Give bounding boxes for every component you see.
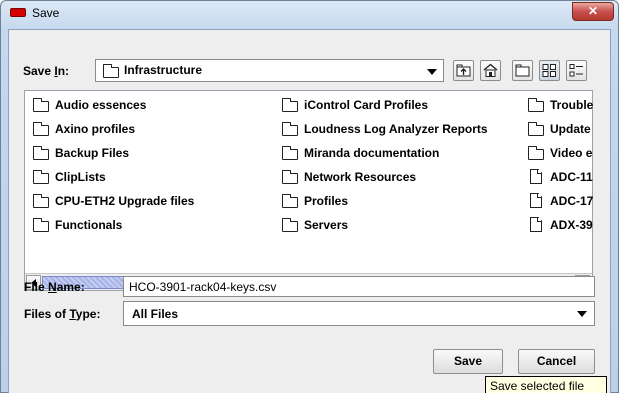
list-view-icon bbox=[542, 64, 556, 77]
list-view-button[interactable] bbox=[539, 60, 560, 81]
item-label: Update bbox=[550, 122, 591, 136]
new-folder-button[interactable] bbox=[512, 60, 533, 81]
item-label: ADX-39 bbox=[550, 218, 593, 232]
folder-icon bbox=[528, 98, 544, 112]
save-in-label: Save In: bbox=[23, 64, 70, 78]
folder-icon bbox=[33, 194, 49, 208]
window-title: Save bbox=[32, 6, 60, 20]
file-type-value: All Files bbox=[132, 307, 179, 321]
folder-icon bbox=[33, 98, 49, 112]
folder-icon bbox=[528, 122, 544, 136]
home-button[interactable] bbox=[480, 60, 501, 81]
item-label: Miranda documentation bbox=[304, 146, 440, 160]
save-dialog: Save ✕ Save In: Infrastructure Audio ess… bbox=[0, 0, 619, 393]
folder-icon bbox=[528, 146, 544, 160]
item-label: Servers bbox=[304, 218, 349, 232]
item-label: Loudness Log Analyzer Reports bbox=[304, 122, 488, 136]
item-label: Video e bbox=[550, 146, 593, 160]
item-label: ClipLists bbox=[55, 170, 106, 184]
file-icon bbox=[530, 217, 542, 232]
item-label: Functionals bbox=[55, 218, 123, 232]
app-icon bbox=[10, 8, 26, 17]
dialog-body: Save In: Infrastructure Audio essences A… bbox=[8, 29, 611, 393]
folder-icon bbox=[282, 122, 298, 136]
file-item[interactable]: ADC-11 bbox=[526, 168, 594, 186]
file-list[interactable]: Audio essences Axino profiles Backup Files… bbox=[24, 90, 593, 291]
tooltip: Save selected file bbox=[485, 376, 607, 393]
file-item[interactable]: ADC-17 bbox=[526, 192, 594, 210]
folder-icon bbox=[103, 64, 119, 78]
save-in-value: Infrastructure bbox=[124, 63, 203, 77]
chevron-down-icon bbox=[577, 311, 587, 317]
item-label: Profiles bbox=[304, 194, 349, 208]
details-view-button[interactable] bbox=[566, 60, 587, 81]
file-item[interactable]: ADX-39 bbox=[526, 216, 594, 234]
file-type-dropdown[interactable]: All Files bbox=[123, 301, 595, 326]
folder-icon bbox=[282, 194, 298, 208]
details-view-icon bbox=[569, 64, 583, 77]
folder-icon bbox=[282, 146, 298, 160]
file-name-label: File Name: bbox=[24, 280, 85, 294]
item-label: CPU-ETH2 Upgrade files bbox=[55, 194, 195, 208]
folder-item[interactable]: Video e bbox=[526, 144, 594, 162]
save-in-dropdown[interactable]: Infrastructure bbox=[95, 59, 444, 82]
item-label: Network Resources bbox=[304, 170, 417, 184]
folder-icon bbox=[282, 98, 298, 112]
folder-item[interactable]: Trouble bbox=[526, 96, 594, 114]
item-label: Audio essences bbox=[55, 98, 147, 112]
cancel-button[interactable]: Cancel bbox=[518, 349, 595, 374]
home-icon bbox=[483, 63, 498, 77]
file-icon bbox=[530, 169, 542, 184]
item-label: iControl Card Profiles bbox=[304, 98, 429, 112]
folder-icon bbox=[33, 122, 49, 136]
close-button[interactable]: ✕ bbox=[572, 2, 614, 21]
folder-icon bbox=[33, 170, 49, 184]
folder-icon bbox=[282, 170, 298, 184]
item-label: ADC-17 bbox=[550, 194, 594, 208]
item-label: Axino profiles bbox=[55, 122, 136, 136]
folder-icon bbox=[33, 218, 49, 232]
file-name-input[interactable]: HCO-3901-rack04-keys.csv bbox=[123, 276, 595, 297]
folder-icon bbox=[33, 146, 49, 160]
folder-icon bbox=[282, 218, 298, 232]
save-button[interactable]: Save bbox=[433, 349, 503, 374]
title-bar[interactable]: Save ✕ bbox=[1, 1, 618, 29]
file-icon bbox=[530, 193, 542, 208]
file-type-label: Files of Type: bbox=[24, 307, 101, 321]
chevron-down-icon bbox=[427, 69, 437, 75]
item-label: ADC-11 bbox=[550, 170, 593, 184]
folder-item[interactable]: Update bbox=[526, 120, 594, 138]
new-folder-icon bbox=[515, 64, 530, 77]
up-one-level-icon bbox=[456, 64, 471, 77]
item-label: Trouble bbox=[550, 98, 594, 112]
item-label: Backup Files bbox=[55, 146, 130, 160]
up-one-level-button[interactable] bbox=[453, 60, 474, 81]
